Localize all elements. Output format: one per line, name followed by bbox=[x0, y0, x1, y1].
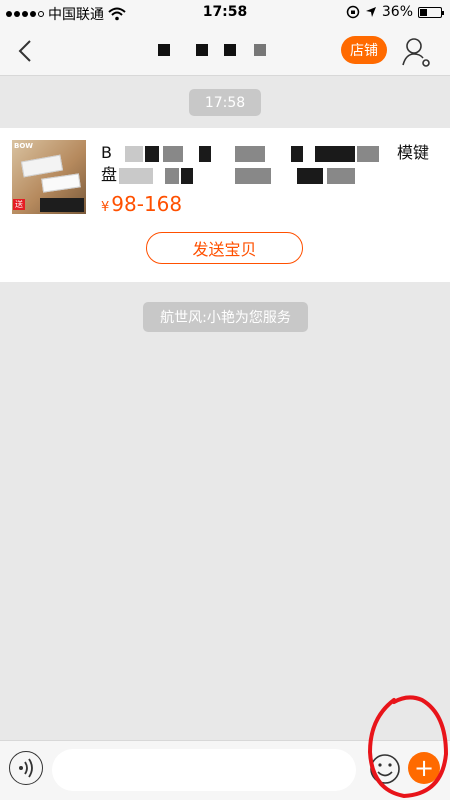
product-title[interactable]: B 模键 盘 bbox=[101, 142, 431, 186]
pixelated-block bbox=[119, 168, 153, 184]
input-bar: + bbox=[0, 740, 450, 800]
thumbnail-badge: 送 bbox=[13, 199, 25, 210]
product-card[interactable]: BOW 送 B 模键 盘 ¥98-168 发送宝贝 bbox=[0, 128, 450, 282]
pixelated-block bbox=[199, 146, 211, 162]
pixelated-block bbox=[254, 44, 266, 56]
nav-bar: 店铺 bbox=[0, 26, 450, 76]
location-arrow-icon bbox=[365, 7, 376, 17]
pixelated-block bbox=[315, 146, 355, 162]
pixelated-block bbox=[158, 44, 170, 56]
send-product-button[interactable]: 发送宝贝 bbox=[146, 232, 303, 264]
status-right: 36% bbox=[346, 4, 444, 20]
person-settings-icon[interactable] bbox=[400, 36, 432, 68]
product-title-end: 模键 bbox=[397, 143, 430, 162]
pixelated-block bbox=[145, 146, 159, 162]
pixelated-block bbox=[165, 168, 179, 184]
store-button[interactable]: 店铺 bbox=[341, 36, 387, 64]
pixelated-block bbox=[327, 168, 355, 184]
status-bar: 中国联通 17:58 36% bbox=[0, 0, 450, 26]
thumbnail-strip bbox=[40, 198, 84, 212]
keyboard-image bbox=[41, 173, 81, 193]
pixelated-block bbox=[357, 146, 379, 162]
plus-icon[interactable]: + bbox=[408, 752, 440, 784]
pixelated-block bbox=[235, 146, 265, 162]
voice-waves-glyph bbox=[19, 758, 33, 778]
product-title-start: B bbox=[101, 143, 112, 162]
price-value: 98-168 bbox=[111, 192, 183, 216]
battery-icon bbox=[418, 6, 444, 18]
pixelated-block bbox=[125, 146, 143, 162]
pixelated-block bbox=[196, 44, 208, 56]
pixelated-block bbox=[291, 146, 303, 162]
nav-title bbox=[150, 40, 300, 62]
product-price: ¥98-168 bbox=[101, 192, 182, 216]
pixelated-block bbox=[235, 168, 271, 184]
battery-percent: 36% bbox=[381, 4, 413, 20]
chat-timestamp: 17:58 bbox=[189, 89, 261, 116]
voice-icon[interactable] bbox=[9, 751, 43, 785]
product-title-line2: 盘 bbox=[101, 165, 118, 184]
pixelated-block bbox=[224, 44, 236, 56]
pixelated-block bbox=[181, 168, 193, 184]
price-currency: ¥ bbox=[101, 200, 110, 215]
emoji-icon[interactable] bbox=[369, 753, 401, 785]
rotation-lock-icon bbox=[346, 5, 360, 19]
back-chevron-icon[interactable] bbox=[12, 36, 42, 66]
pixelated-block bbox=[297, 168, 323, 184]
thumbnail-brand-mark: BOW bbox=[14, 142, 34, 150]
product-thumbnail[interactable]: BOW 送 bbox=[12, 140, 86, 214]
keyboard-image bbox=[20, 154, 64, 178]
pixelated-block bbox=[163, 146, 183, 162]
message-input[interactable] bbox=[52, 749, 356, 791]
service-message: 航世风:小艳为您服务 bbox=[143, 302, 308, 332]
